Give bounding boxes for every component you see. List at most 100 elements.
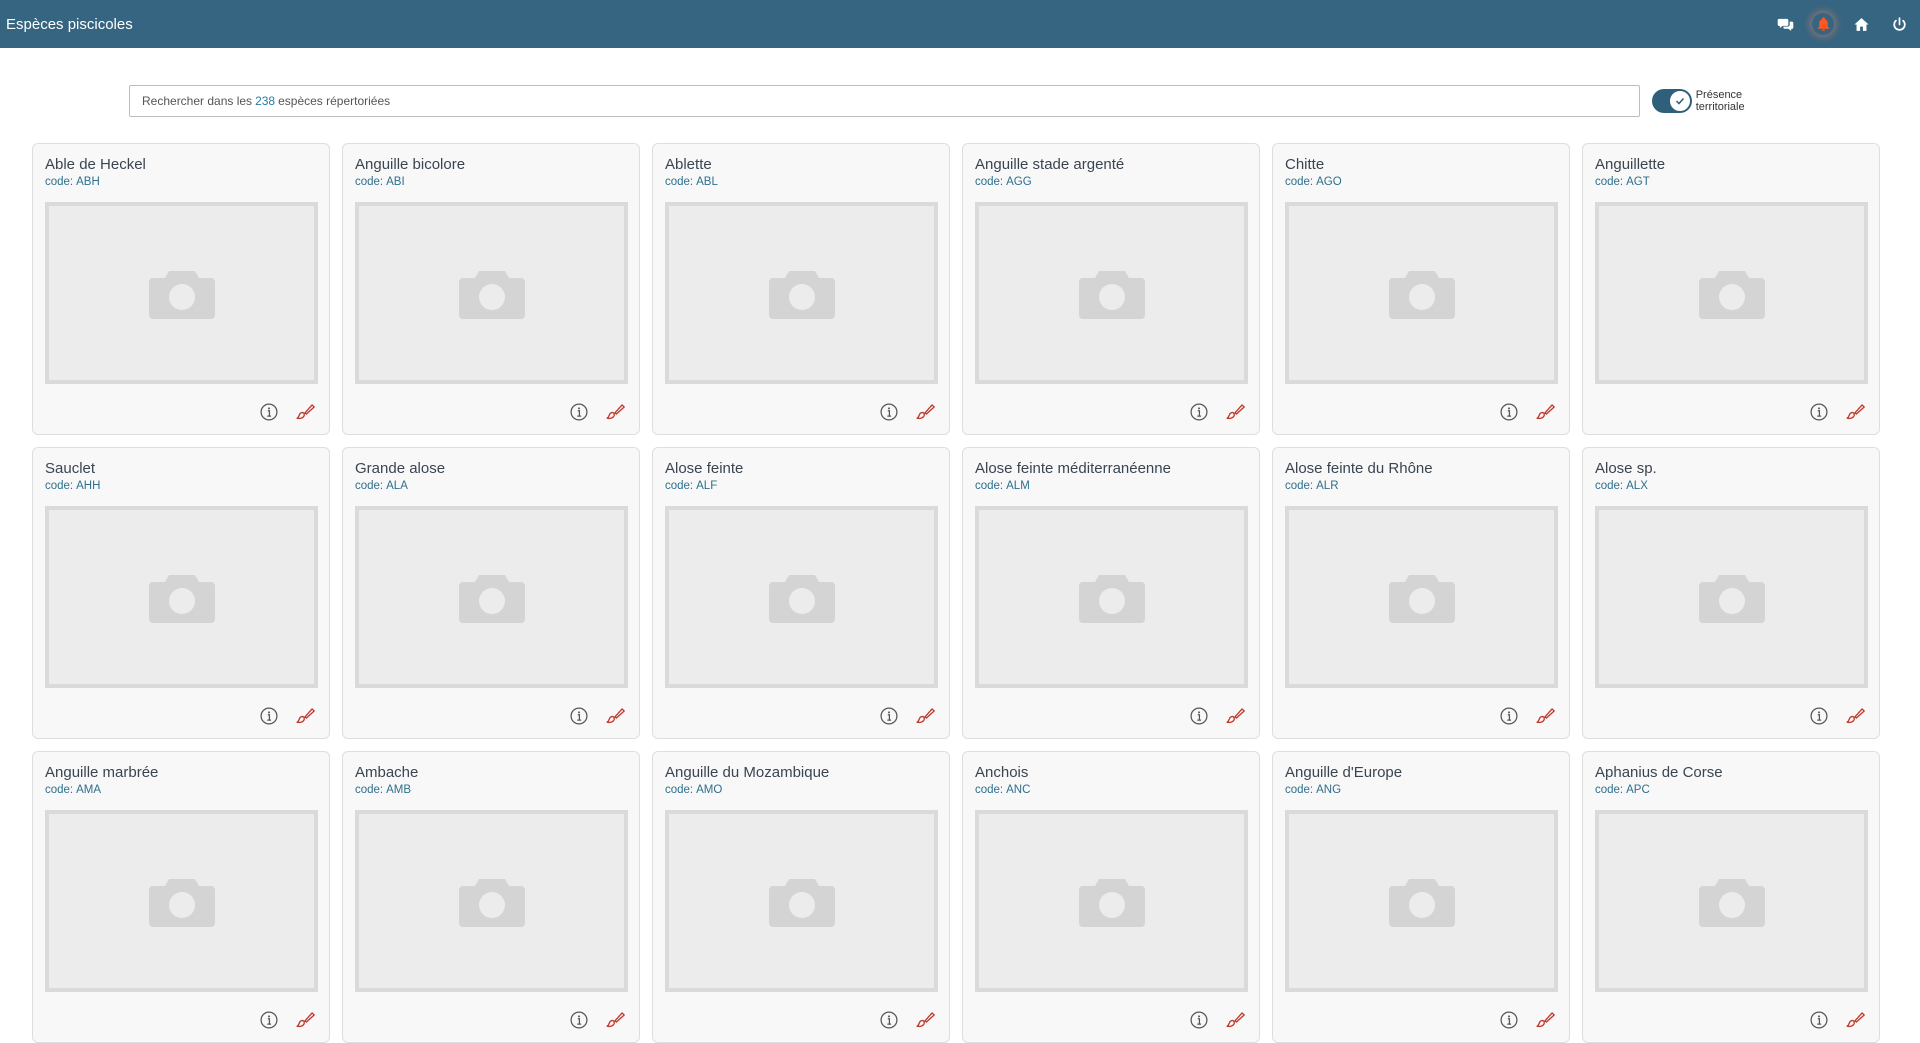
card-actions <box>569 402 625 422</box>
search-placeholder-suffix: espèces répertoriées <box>278 94 391 108</box>
species-code-line: code: ALX <box>1595 480 1867 492</box>
info-icon[interactable] <box>1189 402 1209 422</box>
search-placeholder-prefix: Rechercher dans les <box>142 94 253 108</box>
brush-icon[interactable] <box>1845 1010 1865 1030</box>
code-prefix: code: <box>45 176 74 188</box>
card-actions <box>1499 402 1555 422</box>
info-icon[interactable] <box>1189 1010 1209 1030</box>
species-code: ALR <box>1316 480 1339 492</box>
code-prefix: code: <box>1285 480 1314 492</box>
species-card[interactable]: Alose feinte code: ALF <box>652 447 950 739</box>
species-search-input[interactable]: Rechercher dans les 238 espèces répertor… <box>129 85 1640 117</box>
species-card[interactable]: Anchois code: ANC <box>962 751 1260 1043</box>
species-count: 238 <box>255 94 276 108</box>
species-card[interactable]: Anguille marbrée code: AMA <box>32 751 330 1043</box>
species-name: Grande alose <box>355 460 446 477</box>
brush-icon[interactable] <box>915 706 935 726</box>
species-card[interactable]: Sauclet code: AHH <box>32 447 330 739</box>
species-card[interactable]: Aphanius de Corse code: APC <box>1582 751 1880 1043</box>
species-photo-placeholder <box>355 810 628 992</box>
code-prefix: code: <box>665 784 694 796</box>
brush-icon[interactable] <box>605 706 625 726</box>
species-card[interactable]: Able de Heckel code: ABH <box>32 143 330 435</box>
card-actions <box>1809 706 1865 726</box>
info-icon[interactable] <box>569 1010 589 1030</box>
brush-icon[interactable] <box>1225 706 1245 726</box>
info-icon[interactable] <box>569 402 589 422</box>
card-actions <box>1499 1010 1555 1030</box>
home-icon[interactable] <box>1850 13 1872 35</box>
brush-icon[interactable] <box>1535 1010 1555 1030</box>
power-icon[interactable] <box>1888 13 1910 35</box>
brush-icon[interactable] <box>1845 402 1865 422</box>
species-card[interactable]: Alose feinte méditerranéenne code: ALM <box>962 447 1260 739</box>
species-photo-placeholder <box>355 506 628 688</box>
species-card[interactable]: Ambache code: AMB <box>342 751 640 1043</box>
brush-icon[interactable] <box>295 706 315 726</box>
species-card[interactable]: Anguille d'Europe code: ANG <box>1272 751 1570 1043</box>
species-code: ANG <box>1316 784 1342 796</box>
info-icon[interactable] <box>879 706 899 726</box>
species-code: ABH <box>76 176 100 188</box>
brush-icon[interactable] <box>295 402 315 422</box>
species-grid: Able de Heckel code: ABH Anguille bicolor… <box>32 143 1880 1043</box>
code-prefix: code: <box>1595 176 1624 188</box>
species-card[interactable]: Anguille stade argenté code: AGG <box>962 143 1260 435</box>
species-card[interactable]: Chitte code: AGO <box>1272 143 1570 435</box>
brush-icon[interactable] <box>1535 706 1555 726</box>
species-photo-placeholder <box>1595 810 1868 992</box>
species-code: ABI <box>386 176 405 188</box>
territorial-presence-toggle[interactable] <box>1651 89 1692 113</box>
camera-placeholder-icon <box>458 271 525 319</box>
camera-placeholder-icon <box>768 271 835 319</box>
bell-icon[interactable] <box>1812 13 1834 35</box>
info-icon[interactable] <box>1499 706 1519 726</box>
info-icon[interactable] <box>879 1010 899 1030</box>
species-photo-placeholder <box>45 202 318 384</box>
info-icon[interactable] <box>1809 706 1829 726</box>
species-photo-placeholder <box>45 506 318 688</box>
brush-icon[interactable] <box>1535 402 1555 422</box>
species-code-line: code: ALR <box>1285 480 1557 492</box>
info-icon[interactable] <box>569 706 589 726</box>
brush-icon[interactable] <box>915 402 935 422</box>
brush-icon[interactable] <box>605 402 625 422</box>
species-name: Chitte <box>1285 156 1325 173</box>
brush-icon[interactable] <box>1225 1010 1245 1030</box>
species-card[interactable]: Alose sp. code: ALX <box>1582 447 1880 739</box>
species-card[interactable]: Anguille bicolore code: ABI <box>342 143 640 435</box>
code-prefix: code: <box>1595 784 1624 796</box>
brush-icon[interactable] <box>1225 402 1245 422</box>
species-name: Anguille marbrée <box>45 764 159 781</box>
species-card[interactable]: Anguillette code: AGT <box>1582 143 1880 435</box>
species-card[interactable]: Grande alose code: ALA <box>342 447 640 739</box>
chat-icon[interactable] <box>1774 13 1796 35</box>
species-card[interactable]: Ablette code: ABL <box>652 143 950 435</box>
species-name: Anguille du Mozambique <box>665 764 830 781</box>
info-icon[interactable] <box>1809 402 1829 422</box>
species-card[interactable]: Anguille du Mozambique code: AMO <box>652 751 950 1043</box>
info-icon[interactable] <box>259 706 279 726</box>
brush-icon[interactable] <box>295 1010 315 1030</box>
info-icon[interactable] <box>879 402 899 422</box>
info-icon[interactable] <box>259 1010 279 1030</box>
brush-icon[interactable] <box>1845 706 1865 726</box>
species-card[interactable]: Alose feinte du Rhône code: ALR <box>1272 447 1570 739</box>
info-icon[interactable] <box>259 402 279 422</box>
brush-icon[interactable] <box>915 1010 935 1030</box>
brush-icon[interactable] <box>605 1010 625 1030</box>
camera-placeholder-icon <box>458 879 525 927</box>
info-icon[interactable] <box>1499 402 1519 422</box>
species-code-line: code: ALA <box>355 480 627 492</box>
card-actions <box>1809 402 1865 422</box>
card-actions <box>259 1010 315 1030</box>
info-icon[interactable] <box>1499 1010 1519 1030</box>
species-photo-placeholder <box>665 202 938 384</box>
toggle-label: Présence territoriale <box>1695 89 1745 113</box>
species-name: Alose feinte <box>665 460 744 477</box>
card-actions <box>1189 706 1245 726</box>
info-icon[interactable] <box>1809 1010 1829 1030</box>
card-actions <box>569 706 625 726</box>
species-photo-placeholder <box>1285 810 1558 992</box>
info-icon[interactable] <box>1189 706 1209 726</box>
